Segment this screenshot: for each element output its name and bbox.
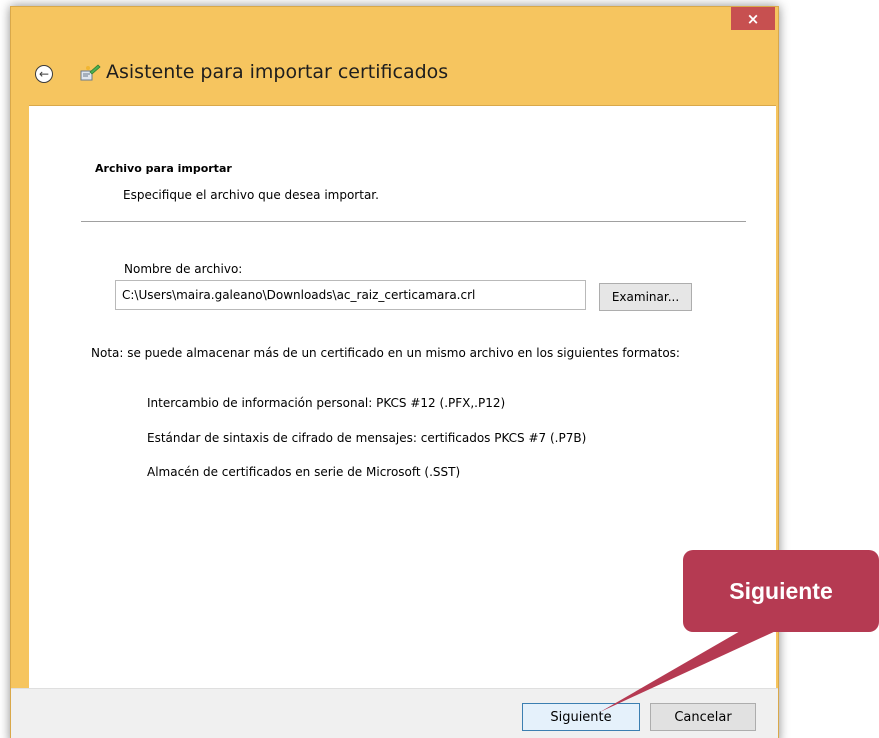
file-name-label: Nombre de archivo: (124, 262, 243, 276)
section-title: Archivo para importar (95, 162, 232, 175)
divider (81, 221, 746, 222)
format-item: Almacén de certificados en serie de Micr… (147, 465, 461, 479)
browse-button[interactable]: Examinar... (599, 283, 692, 311)
next-button[interactable]: Siguiente (522, 703, 640, 731)
format-item: Estándar de sintaxis de cifrado de mensa… (147, 431, 587, 445)
back-arrow-icon: ← (38, 67, 50, 81)
wizard-window: × ← Asistente para importar certificados… (10, 6, 779, 738)
wizard-footer: Siguiente Cancelar (11, 688, 778, 738)
section-description: Especifique el archivo que desea importa… (123, 188, 379, 202)
screenshot: × ← Asistente para importar certificados… (0, 0, 879, 738)
close-icon: × (746, 9, 760, 28)
file-name-input[interactable] (115, 280, 586, 310)
wizard-title: Asistente para importar certificados (106, 61, 449, 83)
format-item: Intercambio de información personal: PKC… (147, 396, 506, 410)
back-button[interactable]: ← (35, 65, 53, 83)
close-button[interactable]: × (731, 7, 775, 30)
callout-annotation: Siguiente (683, 550, 879, 632)
cancel-button[interactable]: Cancelar (650, 703, 756, 731)
note-text: Nota: se puede almacenar más de un certi… (91, 346, 680, 360)
certificate-wizard-icon (80, 64, 101, 81)
wizard-content: Archivo para importar Especifique el arc… (29, 105, 776, 689)
wizard-header: ← Asistente para importar certificados (11, 45, 778, 105)
